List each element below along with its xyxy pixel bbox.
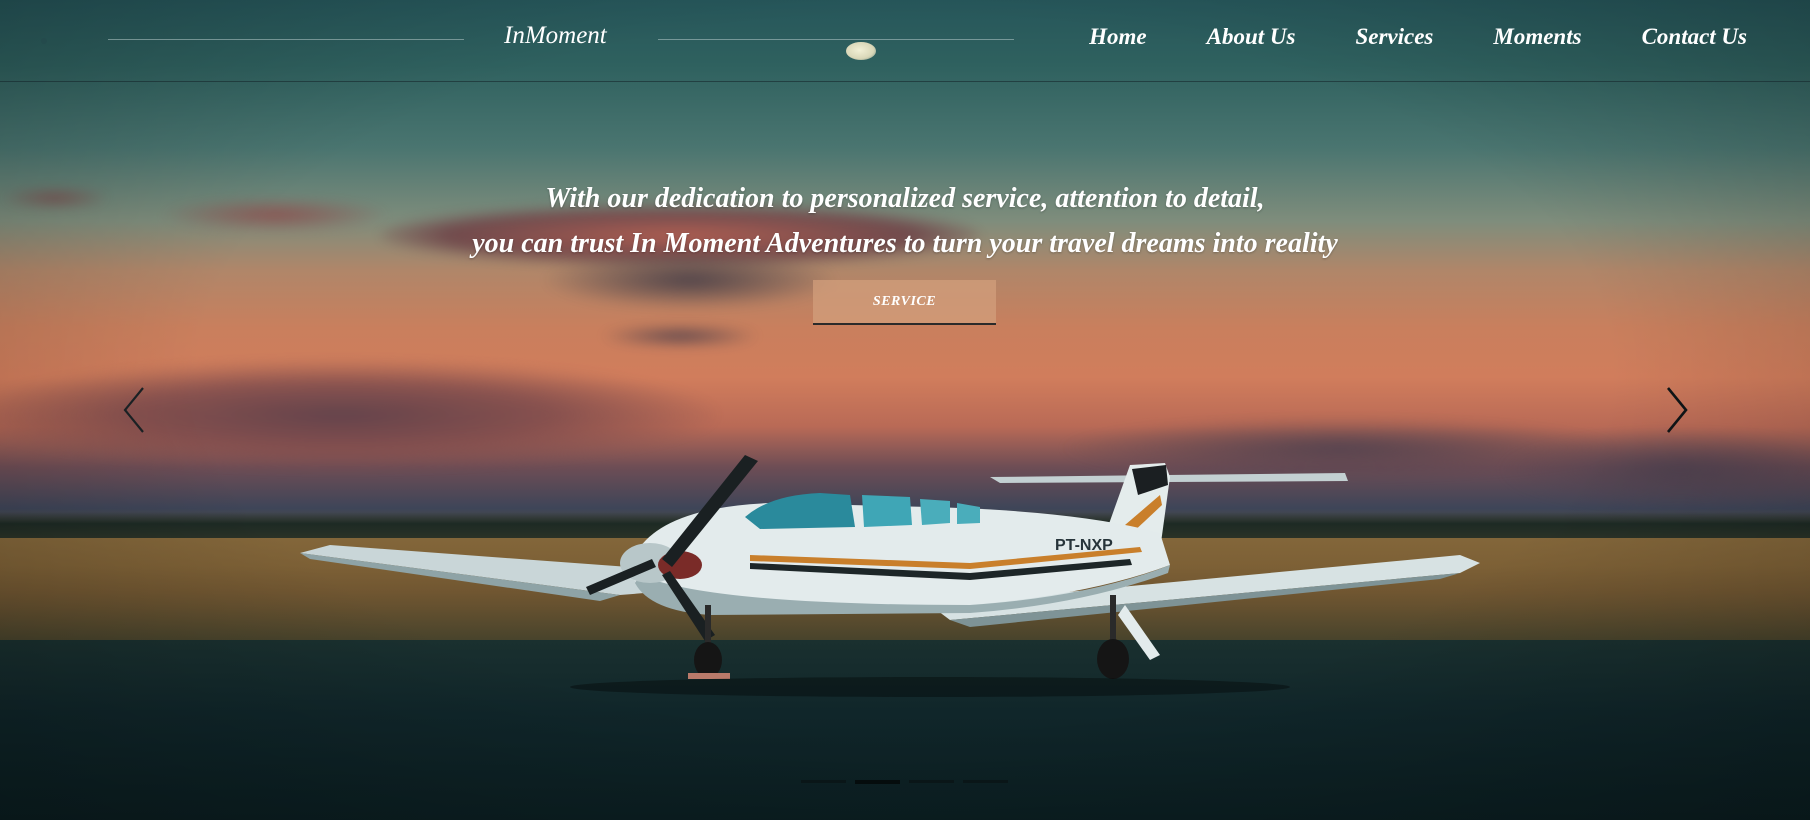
nav-link-contact-us[interactable]: Contact Us	[1642, 24, 1747, 50]
navbar: InMoment Home About Us Services Moments …	[0, 0, 1810, 82]
carousel-indicator-3[interactable]	[909, 780, 954, 783]
plane-registration: PT-NXP	[1055, 537, 1113, 554]
headline-line-2: you can trust In Moment Adventures to tu…	[472, 228, 1338, 259]
chevron-right-icon[interactable]	[1656, 380, 1696, 440]
hero-slide: PT-NXP InMoment Home About Us Services M…	[0, 0, 1810, 820]
nav-link-services[interactable]: Services	[1355, 24, 1433, 50]
carousel-indicator-4[interactable]	[963, 780, 1008, 783]
cloud	[0, 360, 720, 470]
carousel-indicator-2[interactable]	[855, 780, 900, 784]
nav-dot	[41, 38, 47, 44]
carousel-indicators	[801, 780, 1008, 784]
nav-link-moments[interactable]: Moments	[1493, 24, 1581, 50]
brand-logo[interactable]: InMoment	[504, 22, 607, 50]
nav-link-about-us[interactable]: About Us	[1207, 24, 1296, 50]
nav-link-home[interactable]: Home	[1089, 24, 1147, 50]
airplane-image: PT-NXP	[300, 455, 1480, 697]
divider-line-right	[658, 39, 1014, 40]
hero-headline: With our dedication to personalized serv…	[0, 176, 1810, 266]
chevron-left-icon[interactable]	[113, 380, 153, 440]
divider-line-left	[108, 39, 464, 40]
carousel-indicator-1[interactable]	[801, 780, 846, 783]
moon-image	[846, 42, 876, 60]
cloud	[600, 325, 760, 347]
headline-line-1: With our dedication to personalized serv…	[545, 183, 1265, 214]
nav-menu: Home About Us Services Moments Contact U…	[1029, 24, 1747, 50]
service-button[interactable]: SERVICE	[813, 280, 996, 325]
